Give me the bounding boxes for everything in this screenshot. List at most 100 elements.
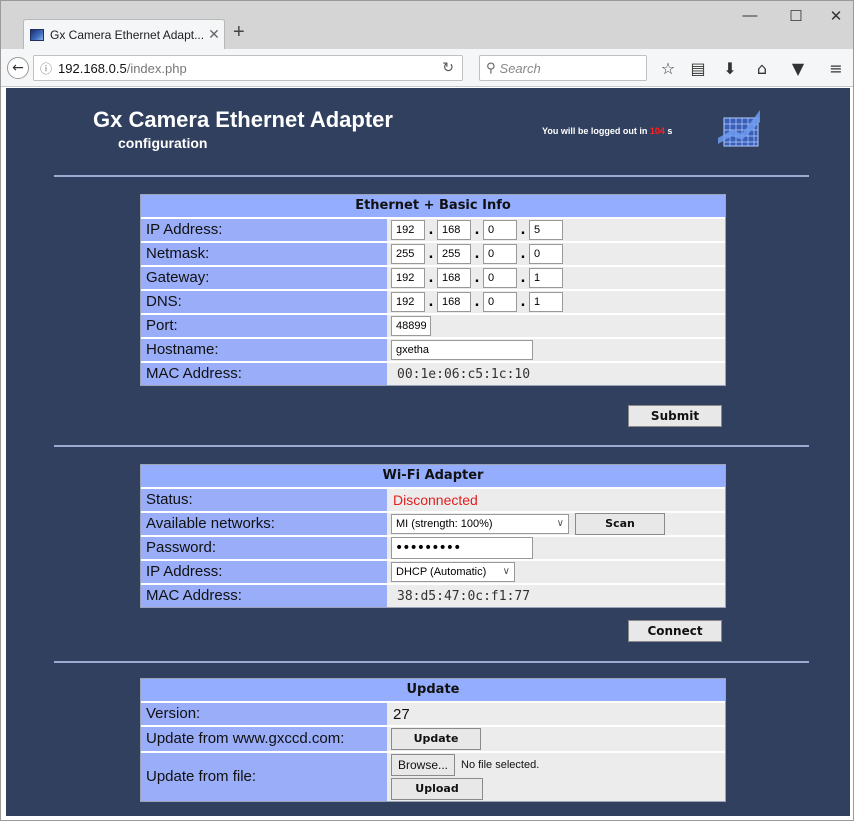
port-label: Port: bbox=[141, 315, 387, 337]
new-tab-button[interactable]: + bbox=[233, 21, 245, 44]
ip-octet-2[interactable]: 168 bbox=[437, 220, 471, 240]
wifi-status-label: Status: bbox=[141, 489, 387, 511]
tab-gx-camera[interactable]: Gx Camera Ethernet Adapt... ✕ bbox=[23, 19, 225, 49]
close-window-button[interactable]: ✕ bbox=[821, 7, 851, 25]
update-button[interactable]: Update bbox=[391, 728, 481, 750]
gateway-label: Gateway: bbox=[141, 267, 387, 289]
dns-octet-2[interactable]: 168 bbox=[437, 292, 471, 312]
wifi-mac-row: MAC Address: 38:d5:47:0c:f1:77 bbox=[141, 583, 725, 607]
networks-label: Available networks: bbox=[141, 513, 387, 535]
browser-window: Gx Camera Ethernet Adapt... ✕ + — ☐ ✕ ← … bbox=[0, 0, 854, 821]
minimize-button[interactable]: — bbox=[735, 7, 765, 24]
search-placeholder: Search bbox=[499, 60, 541, 76]
netmask-octet-2[interactable]: 255 bbox=[437, 244, 471, 264]
mac-row: MAC Address: 00:1e:06:c5:1c:10 bbox=[141, 361, 725, 385]
hostname-input[interactable]: gxetha bbox=[391, 340, 533, 360]
url-path: /index.php bbox=[126, 60, 187, 76]
page-subtitle: configuration bbox=[118, 135, 208, 151]
ip-octet-1[interactable]: 192 bbox=[391, 220, 425, 240]
network-select[interactable]: MI (strength: 100%) ∨ bbox=[391, 514, 569, 534]
scan-button[interactable]: Scan bbox=[575, 513, 665, 535]
page-title: Gx Camera Ethernet Adapter bbox=[93, 107, 393, 132]
menu-icon[interactable]: ≡ bbox=[825, 59, 847, 78]
ip-octet-3[interactable]: 0 bbox=[483, 220, 517, 240]
divider bbox=[54, 661, 809, 663]
wifi-heading: Wi-Fi Adapter bbox=[141, 465, 725, 487]
ethernet-panel: Ethernet + Basic Info IP Address: 192. 1… bbox=[140, 194, 726, 386]
logout-countdown: 104 bbox=[649, 126, 665, 136]
web-update-label: Update from www.gxccd.com: bbox=[141, 727, 387, 751]
gx-logo-icon bbox=[718, 110, 760, 147]
ip-label: IP Address: bbox=[141, 219, 387, 241]
netmask-octet-4[interactable]: 0 bbox=[529, 244, 563, 264]
hostname-row: Hostname: gxetha bbox=[141, 337, 725, 361]
version-value: 27 bbox=[393, 705, 410, 723]
bookmark-star-icon[interactable]: ☆ bbox=[657, 59, 679, 78]
tab-title: Gx Camera Ethernet Adapt... bbox=[50, 27, 204, 42]
info-icon[interactable]: ⓘ bbox=[40, 60, 52, 77]
wifi-mac-value: 38:d5:47:0c:f1:77 bbox=[397, 588, 531, 604]
upload-button[interactable]: Upload bbox=[391, 778, 483, 800]
no-file-text: No file selected. bbox=[461, 759, 540, 771]
file-update-row: Update from file: Browse... No file sele… bbox=[141, 751, 725, 801]
file-update-label: Update from file: bbox=[141, 753, 387, 801]
wifi-mac-label: MAC Address: bbox=[141, 585, 387, 607]
page-content: Gx Camera Ethernet Adapter configuration… bbox=[6, 88, 850, 816]
password-label: Password: bbox=[141, 537, 387, 559]
dns-octet-4[interactable]: 1 bbox=[529, 292, 563, 312]
pocket-icon[interactable]: ▼ bbox=[787, 59, 809, 78]
gateway-octet-4[interactable]: 1 bbox=[529, 268, 563, 288]
wifi-status-value: Disconnected bbox=[393, 492, 478, 508]
back-icon[interactable]: ← bbox=[7, 57, 29, 79]
reload-icon[interactable]: ↻ bbox=[442, 60, 454, 76]
password-row: Password: ••••••••• bbox=[141, 535, 725, 559]
download-icon[interactable]: ⬇ bbox=[719, 59, 741, 78]
gateway-row: Gateway: 192. 168. 0. 1 bbox=[141, 265, 725, 289]
ip-row: IP Address: 192. 168. 0. 5 bbox=[141, 217, 725, 241]
logout-timer: You will be logged out in 104 s bbox=[542, 126, 673, 136]
gateway-octet-1[interactable]: 192 bbox=[391, 268, 425, 288]
netmask-row: Netmask: 255. 255. 0. 0 bbox=[141, 241, 725, 265]
reading-list-icon[interactable]: ▤ bbox=[687, 59, 709, 78]
wifi-status-row: Status: Disconnected bbox=[141, 487, 725, 511]
hostname-label: Hostname: bbox=[141, 339, 387, 361]
url-host: 192.168.0.5 bbox=[58, 60, 127, 76]
navigation-toolbar: ← ⓘ 192.168.0.5/index.php ↻ ⚲ Search ☆ ▤… bbox=[1, 49, 853, 87]
networks-row: Available networks: MI (strength: 100%) … bbox=[141, 511, 725, 535]
port-input[interactable]: 48899 bbox=[391, 316, 431, 336]
ip-mode-select[interactable]: DHCP (Automatic) ∨ bbox=[391, 562, 515, 582]
mac-value: 00:1e:06:c5:1c:10 bbox=[397, 366, 531, 382]
tab-strip: Gx Camera Ethernet Adapt... ✕ + — ☐ ✕ bbox=[1, 1, 853, 49]
search-icon: ⚲ bbox=[486, 60, 496, 76]
version-label: Version: bbox=[141, 703, 387, 725]
submit-button[interactable]: Submit bbox=[628, 405, 722, 427]
gateway-octet-3[interactable]: 0 bbox=[483, 268, 517, 288]
netmask-octet-3[interactable]: 0 bbox=[483, 244, 517, 264]
gateway-octet-2[interactable]: 168 bbox=[437, 268, 471, 288]
wifi-panel: Wi-Fi Adapter Status: Disconnected Avail… bbox=[140, 464, 726, 608]
divider bbox=[54, 175, 809, 177]
netmask-label: Netmask: bbox=[141, 243, 387, 265]
dns-octet-3[interactable]: 0 bbox=[483, 292, 517, 312]
web-update-row: Update from www.gxccd.com: Update bbox=[141, 725, 725, 751]
update-panel: Update Version: 27 Update from www.gxccd… bbox=[140, 678, 726, 802]
site-favicon-icon bbox=[30, 28, 44, 41]
home-icon[interactable]: ⌂ bbox=[751, 59, 773, 78]
netmask-octet-1[interactable]: 255 bbox=[391, 244, 425, 264]
address-bar[interactable]: ⓘ 192.168.0.5/index.php ↻ bbox=[33, 55, 463, 81]
connect-button[interactable]: Connect bbox=[628, 620, 722, 642]
dns-octet-1[interactable]: 192 bbox=[391, 292, 425, 312]
browse-button[interactable]: Browse... bbox=[391, 754, 455, 776]
search-input[interactable]: ⚲ Search bbox=[479, 55, 647, 81]
divider bbox=[54, 445, 809, 447]
ip-octet-4[interactable]: 5 bbox=[529, 220, 563, 240]
maximize-button[interactable]: ☐ bbox=[781, 7, 811, 25]
password-input[interactable]: ••••••••• bbox=[391, 537, 533, 559]
ethernet-heading: Ethernet + Basic Info bbox=[141, 195, 725, 217]
chevron-down-icon: ∨ bbox=[556, 518, 564, 529]
wifi-ip-label: IP Address: bbox=[141, 561, 387, 583]
dns-row: DNS: 192. 168. 0. 1 bbox=[141, 289, 725, 313]
mac-label: MAC Address: bbox=[141, 363, 387, 385]
port-row: Port: 48899 bbox=[141, 313, 725, 337]
tab-close-icon[interactable]: ✕ bbox=[204, 27, 224, 43]
